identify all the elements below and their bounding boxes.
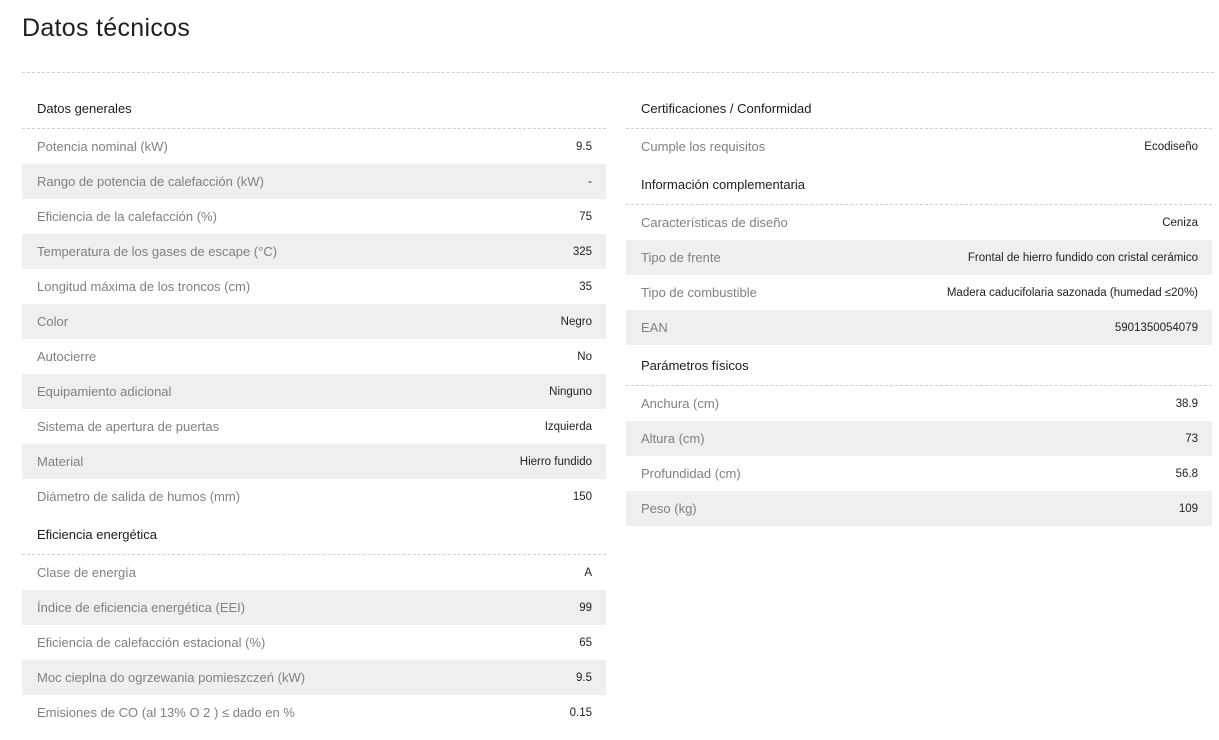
spec-value: A <box>584 566 592 579</box>
spec-row: Peso (kg) 109 <box>626 491 1212 526</box>
spec-value: Ninguno <box>549 385 592 398</box>
spec-label: Eficiencia de calefacción estacional (%) <box>37 635 266 650</box>
spec-row: Potencia nominal (kW) 9.5 <box>22 129 606 164</box>
spec-label: Potencia nominal (kW) <box>37 139 168 154</box>
spec-row: Diámetro de salida de humos (mm) 150 <box>22 479 606 514</box>
spec-label: Profundidad (cm) <box>641 466 741 481</box>
spec-value: Negro <box>560 315 592 328</box>
spec-value: 9.5 <box>576 671 592 684</box>
spec-row: Anchura (cm) 38.9 <box>626 386 1212 421</box>
spec-value: 109 <box>1178 502 1198 515</box>
right-column: Certificaciones / Conformidad Cumple los … <box>626 88 1212 526</box>
section-title-datos-generales: Datos generales <box>22 88 606 129</box>
spec-row: Material Hierro fundido <box>22 444 606 479</box>
spec-label: Eficiencia de la calefacción (%) <box>37 209 217 224</box>
spec-row: Sistema de apertura de puertas Izquierda <box>22 409 606 444</box>
spec-value: 5901350054079 <box>1114 321 1198 334</box>
spec-value: Frontal de hierro fundido con cristal ce… <box>967 251 1198 264</box>
spec-label: Moc cieplna do ogrzewania pomieszczeń (k… <box>37 670 306 685</box>
spec-row: Altura (cm) 73 <box>626 421 1212 456</box>
spec-value: 65 <box>579 636 592 649</box>
spec-value: Izquierda <box>544 420 592 433</box>
spec-value: 75 <box>579 210 592 223</box>
spec-label: Tipo de combustible <box>641 285 757 300</box>
left-column: Datos generales Potencia nominal (kW) 9.5 R… <box>22 88 606 730</box>
spec-value: 73 <box>1185 432 1198 445</box>
spec-row: Clase de energía A <box>22 555 606 590</box>
spec-value: 35 <box>579 280 592 293</box>
spec-label: Temperatura de los gases de escape (°C) <box>37 244 278 259</box>
spec-label: Longitud máxima de los troncos (cm) <box>37 279 251 294</box>
spec-label: Emisiones de CO (al 13% O 2 ) ≤ dado en … <box>37 705 295 720</box>
spec-row: Profundidad (cm) 56.8 <box>626 456 1212 491</box>
spec-value: - <box>588 175 592 188</box>
section-title-parametros-fisicos: Parámetros físicos <box>626 345 1212 386</box>
spec-value: 150 <box>572 490 592 503</box>
spec-value: 325 <box>572 245 592 258</box>
spec-value: Ecodiseño <box>1144 140 1198 153</box>
section-title-informacion-complementaria: Información complementaria <box>626 164 1212 205</box>
spec-row: Eficiencia de calefacción estacional (%)… <box>22 625 606 660</box>
spec-label: Autocierre <box>37 349 97 364</box>
spec-label: Características de diseño <box>641 215 788 230</box>
spec-row: Emisiones de CO (al 13% O 2 ) ≤ dado en … <box>22 695 606 730</box>
spec-label: Material <box>37 454 84 469</box>
divider <box>22 72 1214 73</box>
spec-value: No <box>577 350 592 363</box>
spec-row: Color Negro <box>22 304 606 339</box>
spec-value: Madera caducifolaria sazonada (humedad ≤… <box>946 286 1198 299</box>
spec-row: Características de diseño Ceniza <box>626 205 1212 240</box>
spec-row: Tipo de combustible Madera caducifolaria … <box>626 275 1212 310</box>
technical-data-page: Datos técnicos Datos generales Potencia n… <box>0 0 1219 740</box>
spec-row: Eficiencia de la calefacción (%) 75 <box>22 199 606 234</box>
spec-value: Hierro fundido <box>519 455 592 468</box>
spec-row: Rango de potencia de calefacción (kW) - <box>22 164 606 199</box>
spec-row: Cumple los requisitos Ecodiseño <box>626 129 1212 164</box>
spec-label: Cumple los requisitos <box>641 139 766 154</box>
spec-row: Equipamiento adicional Ninguno <box>22 374 606 409</box>
spec-row: EAN 5901350054079 <box>626 310 1212 345</box>
spec-label: Anchura (cm) <box>641 396 720 411</box>
spec-label: Tipo de frente <box>641 250 721 265</box>
spec-label: Índice de eficiencia energética (EEI) <box>37 600 246 615</box>
spec-label: EAN <box>641 320 668 335</box>
spec-label: Rango de potencia de calefacción (kW) <box>37 174 264 189</box>
spec-value: 9.5 <box>576 140 592 153</box>
spec-label: Color <box>37 314 69 329</box>
spec-label: Clase de energía <box>37 565 137 580</box>
spec-label: Diámetro de salida de humos (mm) <box>37 489 241 504</box>
spec-row: Índice de eficiencia energética (EEI) 99 <box>22 590 606 625</box>
spec-label: Sistema de apertura de puertas <box>37 419 220 434</box>
spec-row: Temperatura de los gases de escape (°C) 3… <box>22 234 606 269</box>
spec-value: 38.9 <box>1175 397 1198 410</box>
spec-label: Altura (cm) <box>641 431 705 446</box>
page-title: Datos técnicos <box>22 14 191 42</box>
spec-row: Autocierre No <box>22 339 606 374</box>
spec-value: 99 <box>579 601 592 614</box>
spec-label: Peso (kg) <box>641 501 697 516</box>
spec-row: Longitud máxima de los troncos (cm) 35 <box>22 269 606 304</box>
spec-value: 0.15 <box>569 706 592 719</box>
spec-value: Ceniza <box>1162 216 1198 229</box>
section-title-eficiencia-energetica: Eficiencia energética <box>22 514 606 555</box>
spec-value: 56.8 <box>1175 467 1198 480</box>
section-title-certificaciones-conformidad: Certificaciones / Conformidad <box>626 88 1212 129</box>
spec-row: Tipo de frente Frontal de hierro fundido … <box>626 240 1212 275</box>
spec-label: Equipamiento adicional <box>37 384 172 399</box>
spec-row: Moc cieplna do ogrzewania pomieszczeń (k… <box>22 660 606 695</box>
